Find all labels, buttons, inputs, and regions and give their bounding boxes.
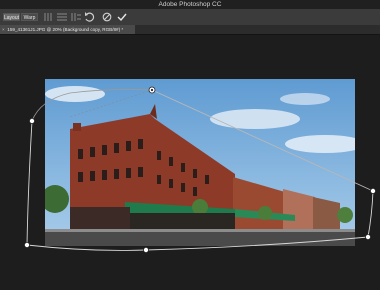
constraint-guide bbox=[69, 89, 153, 118]
perspective-overlay bbox=[23, 86, 376, 253]
constraint-line[interactable] bbox=[151, 89, 374, 192]
warp-handle-bottom-left[interactable] bbox=[23, 241, 30, 248]
warp-top-left-edge bbox=[31, 89, 153, 122]
warp-handle-bottom-center[interactable] bbox=[142, 246, 149, 253]
warp-left-edge bbox=[26, 120, 33, 246]
warp-handle-bottom-right[interactable] bbox=[364, 233, 371, 240]
warp-handle-top-left[interactable] bbox=[28, 118, 35, 125]
warp-bottom-edge bbox=[26, 236, 369, 251]
warp-handle-right[interactable] bbox=[369, 187, 376, 194]
warp-handle-center-dot bbox=[150, 88, 154, 92]
warp-right-edge bbox=[367, 190, 374, 238]
